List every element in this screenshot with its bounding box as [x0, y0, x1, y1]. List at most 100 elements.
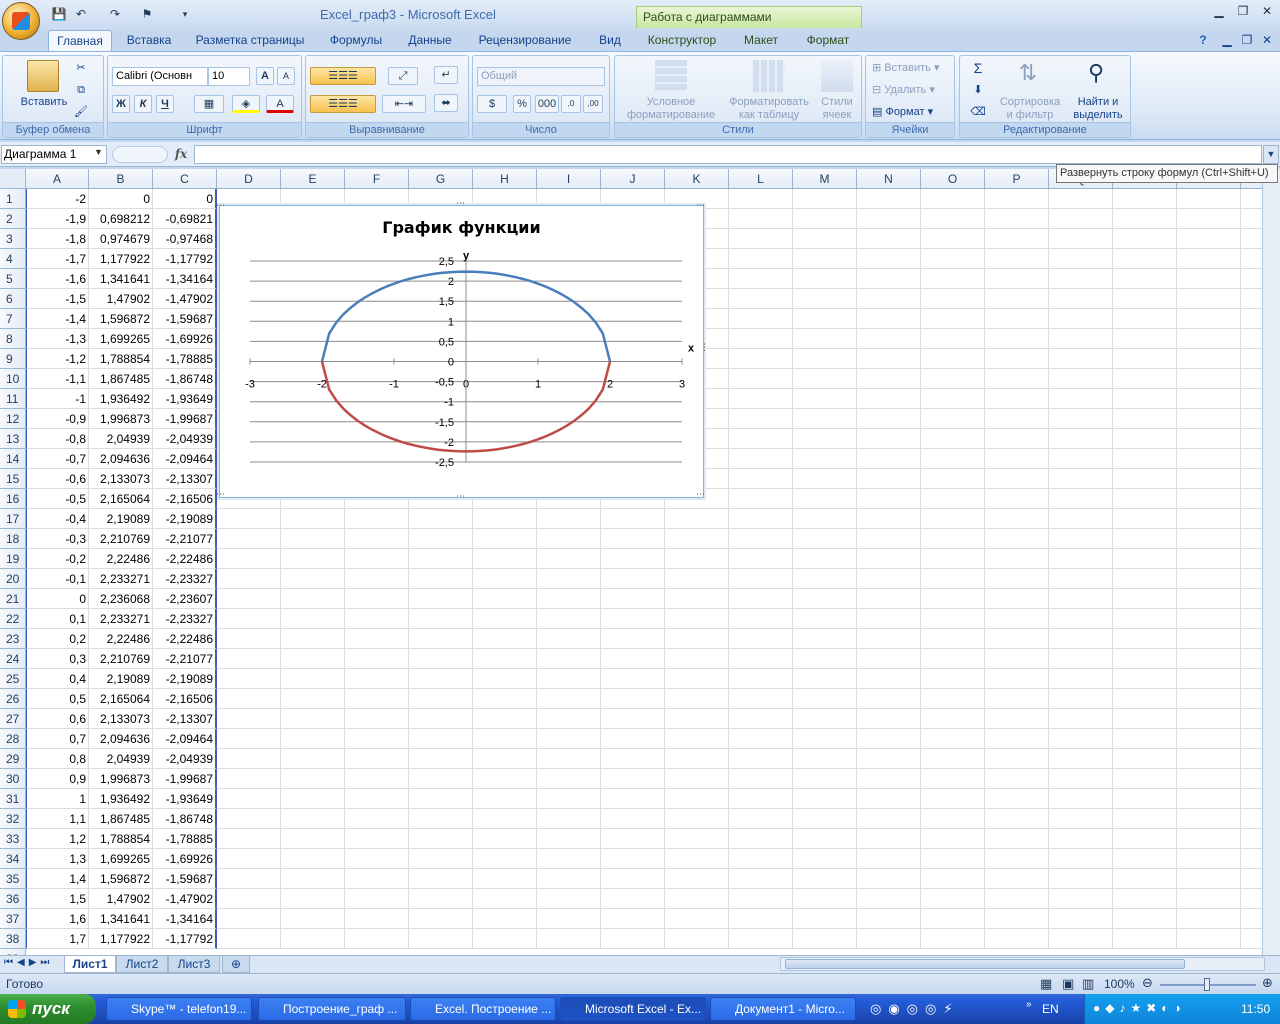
cell[interactable] — [985, 229, 1049, 249]
cell[interactable] — [601, 829, 665, 849]
find-select-button[interactable]: Найти и выделить — [1066, 96, 1130, 122]
cell[interactable] — [1177, 449, 1241, 469]
cell[interactable] — [857, 569, 921, 589]
cell[interactable]: 0 — [26, 589, 89, 609]
cell[interactable] — [409, 749, 473, 769]
cell[interactable]: 0,8 — [26, 749, 89, 769]
insert-sheet-icon[interactable]: ⊕ — [222, 956, 250, 973]
cell[interactable] — [921, 769, 985, 789]
cell[interactable]: 1,177922 — [89, 929, 153, 949]
vertical-scrollbar[interactable] — [1262, 169, 1280, 955]
cell[interactable] — [1177, 329, 1241, 349]
cell[interactable] — [921, 649, 985, 669]
cell[interactable] — [793, 589, 857, 609]
cell[interactable]: -1 — [26, 389, 89, 409]
cell[interactable] — [793, 649, 857, 669]
column-header[interactable]: O — [921, 169, 985, 189]
format-cells-button[interactable]: ▤ Формат ▾ — [872, 106, 952, 119]
cell[interactable] — [793, 929, 857, 949]
cell[interactable] — [1241, 569, 1262, 589]
cell[interactable] — [1241, 749, 1262, 769]
cell[interactable] — [1177, 429, 1241, 449]
cell[interactable]: 0,2 — [26, 629, 89, 649]
cell[interactable]: -1,99687 — [153, 769, 217, 789]
cell[interactable]: 1,867485 — [89, 369, 153, 389]
cell[interactable] — [857, 329, 921, 349]
cell[interactable] — [793, 669, 857, 689]
cell[interactable] — [1241, 609, 1262, 629]
cell[interactable] — [729, 869, 793, 889]
cell[interactable]: -1,4 — [26, 309, 89, 329]
cell[interactable] — [1113, 549, 1177, 569]
cell[interactable] — [985, 529, 1049, 549]
format-painter-icon[interactable]: 🖌 — [73, 106, 89, 119]
cell[interactable] — [1049, 249, 1113, 269]
cell[interactable] — [729, 549, 793, 569]
cell[interactable]: 1,788854 — [89, 349, 153, 369]
cell[interactable] — [1177, 749, 1241, 769]
cell[interactable] — [921, 469, 985, 489]
cell[interactable] — [729, 809, 793, 829]
cell[interactable] — [985, 309, 1049, 329]
cell[interactable] — [665, 849, 729, 869]
cell[interactable]: -2,19089 — [153, 509, 217, 529]
cell[interactable] — [409, 589, 473, 609]
cell[interactable] — [793, 789, 857, 809]
italic-button[interactable]: К — [134, 95, 152, 113]
cell[interactable] — [793, 629, 857, 649]
chart-handle-bl[interactable]: ⋯ — [216, 489, 225, 500]
cell[interactable] — [1113, 249, 1177, 269]
cell[interactable] — [409, 509, 473, 529]
cell[interactable] — [601, 709, 665, 729]
cell[interactable] — [217, 909, 281, 929]
cell[interactable] — [793, 369, 857, 389]
cell[interactable] — [473, 549, 537, 569]
cell[interactable] — [793, 549, 857, 569]
cell[interactable] — [1241, 909, 1262, 929]
cell[interactable] — [1049, 729, 1113, 749]
cell[interactable] — [217, 509, 281, 529]
cell[interactable] — [857, 289, 921, 309]
cell[interactable] — [1113, 529, 1177, 549]
cell[interactable] — [1177, 669, 1241, 689]
row-header[interactable]: 31 — [0, 789, 26, 809]
cell[interactable] — [217, 569, 281, 589]
row-header[interactable]: 21 — [0, 589, 26, 609]
cell[interactable] — [1177, 729, 1241, 749]
cell[interactable] — [537, 869, 601, 889]
cell[interactable] — [857, 189, 921, 209]
cell[interactable]: -1,8 — [26, 229, 89, 249]
cell[interactable] — [921, 629, 985, 649]
cell[interactable] — [1241, 869, 1262, 889]
indent-icon[interactable]: ⇤⇥ — [382, 95, 426, 113]
wb-minimize-icon[interactable]: ▁ — [1218, 30, 1236, 52]
cell[interactable]: 2,094636 — [89, 449, 153, 469]
cell[interactable] — [1113, 629, 1177, 649]
cell[interactable] — [537, 729, 601, 749]
cell[interactable] — [1049, 809, 1113, 829]
cell[interactable] — [217, 609, 281, 629]
column-header[interactable]: K — [665, 169, 729, 189]
column-header[interactable]: M — [793, 169, 857, 189]
cell[interactable] — [345, 549, 409, 569]
increase-decimal-icon[interactable]: ,0 — [561, 95, 581, 113]
cell[interactable] — [985, 849, 1049, 869]
row-header[interactable]: 29 — [0, 749, 26, 769]
cell[interactable]: 1,47902 — [89, 889, 153, 909]
cell[interactable] — [921, 229, 985, 249]
cell[interactable]: 1,1 — [26, 809, 89, 829]
cell[interactable] — [473, 509, 537, 529]
row-header[interactable]: 24 — [0, 649, 26, 669]
cell[interactable] — [857, 529, 921, 549]
minimize-icon[interactable]: ▁ — [1208, 4, 1230, 22]
cell[interactable] — [729, 449, 793, 469]
autosum-icon[interactable]: Σ — [966, 61, 990, 75]
cell[interactable] — [1049, 269, 1113, 289]
chart-handle-top[interactable]: ⋯ — [456, 198, 465, 209]
cell[interactable] — [793, 849, 857, 869]
cell[interactable]: -2,04939 — [153, 749, 217, 769]
cell[interactable] — [1049, 589, 1113, 609]
redo-icon[interactable]: ↷ — [106, 5, 124, 23]
cell[interactable] — [921, 189, 985, 209]
tab-page-layout[interactable]: Разметка страницы — [190, 30, 310, 52]
